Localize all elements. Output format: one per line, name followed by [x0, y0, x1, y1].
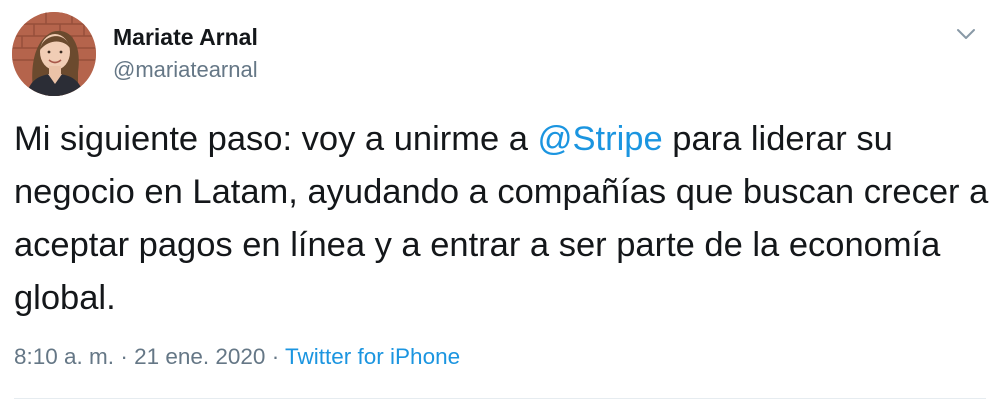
- meta-separator: ·: [114, 344, 135, 369]
- divider: [14, 398, 986, 399]
- tweet-meta: 8:10 a. m. · 21 ene. 2020 · Twitter for …: [14, 342, 460, 372]
- tweet-text-before: Mi siguiente paso: voy a unirme a: [14, 120, 538, 158]
- tweet-card: Mariate Arnal @mariatearnal Mi siguiente…: [0, 0, 1000, 408]
- tweet-time[interactable]: 8:10 a. m.: [14, 344, 114, 369]
- author-handle[interactable]: @mariatearnal: [113, 56, 258, 84]
- tweet-source-link[interactable]: Twitter for iPhone: [285, 344, 460, 369]
- tweet-date[interactable]: 21 ene. 2020: [134, 344, 265, 369]
- tweet-text: Mi siguiente paso: voy a unirme a @Strip…: [14, 113, 989, 325]
- chevron-down-icon[interactable]: [952, 22, 980, 46]
- meta-separator: ·: [265, 344, 286, 369]
- author-name[interactable]: Mariate Arnal: [113, 22, 258, 52]
- mention-link[interactable]: @Stripe: [538, 120, 663, 158]
- avatar[interactable]: [12, 12, 96, 96]
